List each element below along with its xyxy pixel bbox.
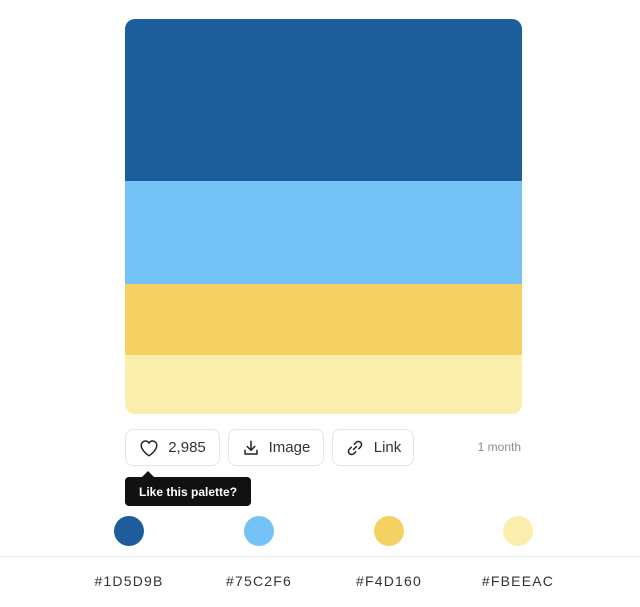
color-dot-1[interactable] bbox=[114, 516, 144, 546]
copy-link-button[interactable]: Link bbox=[332, 429, 414, 466]
download-icon bbox=[242, 439, 260, 457]
divider bbox=[0, 556, 640, 557]
swatch-color-3[interactable] bbox=[125, 284, 522, 355]
swatch-color-4[interactable] bbox=[125, 355, 522, 414]
palette-swatch-card[interactable] bbox=[125, 19, 522, 414]
download-image-button[interactable]: Image bbox=[228, 429, 324, 466]
palette-age: 1 month bbox=[477, 440, 521, 454]
like-tooltip: Like this palette? bbox=[125, 477, 252, 506]
link-icon bbox=[345, 439, 365, 457]
hex-code-2[interactable]: #75C2F6 bbox=[194, 573, 324, 589]
color-dot-2[interactable] bbox=[244, 516, 274, 546]
swatch-color-1[interactable] bbox=[125, 19, 522, 181]
hex-code-3[interactable]: #F4D160 bbox=[324, 573, 454, 589]
hex-code-4[interactable]: #FBEEAC bbox=[453, 573, 583, 589]
like-count: 2,985 bbox=[168, 439, 206, 456]
color-dot-4[interactable] bbox=[503, 516, 533, 546]
palette-page: 2,985 Image Link 1 month Like this palet… bbox=[0, 0, 640, 607]
like-button[interactable]: 2,985 bbox=[125, 429, 220, 466]
hex-code-1[interactable]: #1D5D9B bbox=[64, 573, 194, 589]
link-button-label: Link bbox=[373, 439, 402, 456]
color-dot-3[interactable] bbox=[374, 516, 404, 546]
image-button-label: Image bbox=[268, 439, 311, 456]
heart-icon bbox=[139, 439, 159, 457]
swatch-color-2[interactable] bbox=[125, 181, 522, 284]
